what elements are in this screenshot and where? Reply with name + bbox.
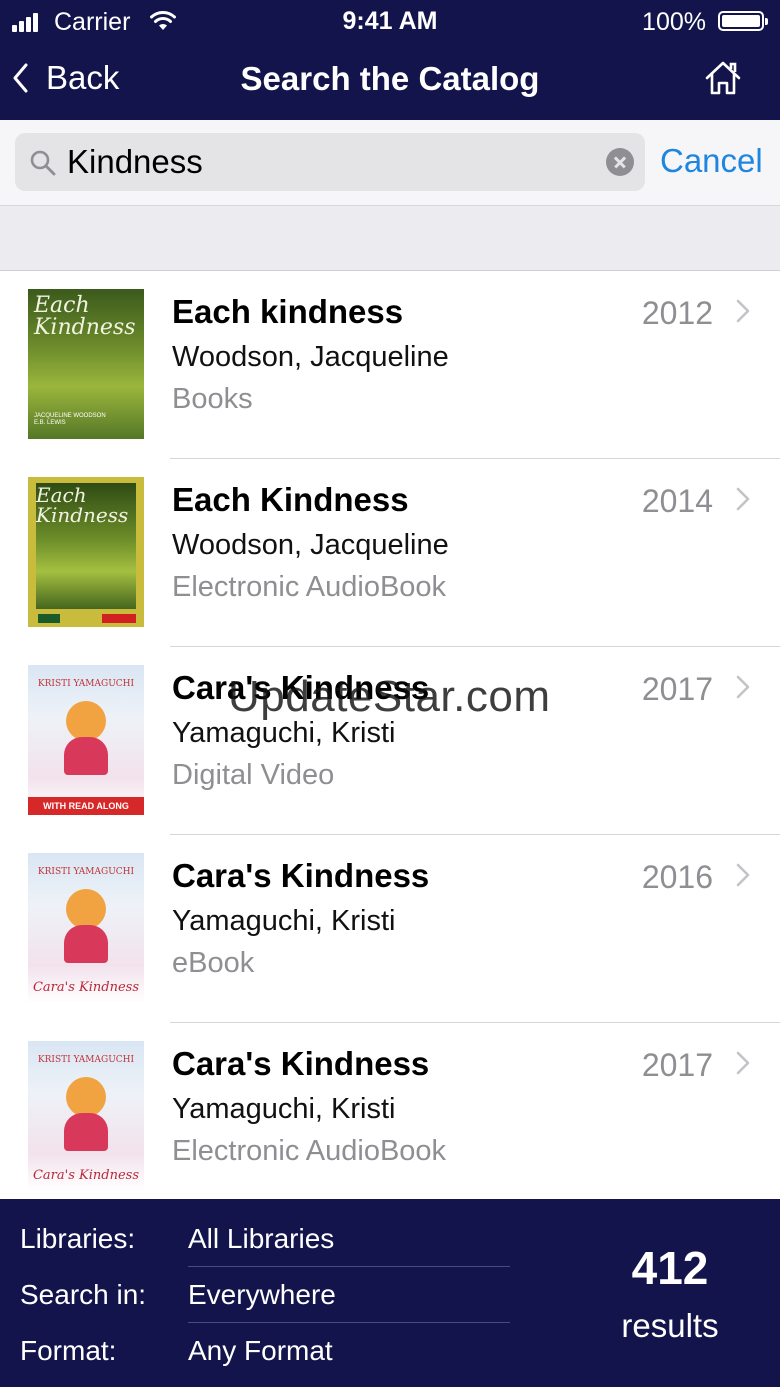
cover-author: KRISTI YAMAGUCHI [37, 679, 135, 689]
result-year: 2017 [641, 1047, 713, 1083]
libraries-filter[interactable]: Libraries: All Libraries [0, 1211, 520, 1267]
cover-author: KRISTI YAMAGUCHI [37, 867, 135, 877]
cover-author: KRISTI YAMAGUCHI [37, 1055, 135, 1065]
result-row[interactable]: KRISTI YAMAGUCHI Cara's Kindness Cara's … [0, 835, 780, 1023]
result-format: eBook [172, 947, 255, 979]
result-title: Each kindness [172, 293, 404, 330]
cover-title: Cara's Kindness [32, 1168, 139, 1183]
cover-title: Each Kindness [34, 293, 136, 340]
search-in-value: Everywhere [188, 1279, 336, 1310]
result-author: Woodson, Jacqueline [172, 341, 449, 373]
cancel-button[interactable]: Cancel [660, 142, 763, 180]
result-format: Electronic AudioBook [172, 1135, 447, 1167]
top-bar: Carrier 9:41 AM 100% Back Search the Cat… [0, 0, 780, 120]
result-row[interactable]: KRISTI YAMAGUCHI WITH READ ALONG Cara's … [0, 647, 780, 835]
result-title: Each Kindness [172, 481, 409, 518]
section-spacer [0, 206, 780, 271]
cover-title: Each Kindness [36, 483, 129, 527]
result-year: 2016 [641, 859, 713, 895]
chevron-right-icon [736, 675, 750, 699]
result-row[interactable]: Each Kindness Each Kindness Woodson, Jac… [0, 459, 780, 647]
search-input[interactable] [67, 133, 587, 191]
result-author: Woodson, Jacqueline [172, 529, 449, 561]
book-cover: KRISTI YAMAGUCHI Cara's Kindness [28, 853, 144, 1003]
results-count: 412 [631, 1242, 709, 1294]
result-year: 2017 [641, 671, 713, 707]
libraries-label: Libraries: [20, 1223, 136, 1254]
status-bar: Carrier 9:41 AM 100% [0, 0, 780, 42]
book-cover: KRISTI YAMAGUCHI WITH READ ALONG [28, 665, 144, 815]
format-label: Format: [20, 1335, 117, 1366]
cover-author: JACQUELINE WOODSON [34, 413, 106, 419]
format-filter[interactable]: Format: Any Format [0, 1323, 520, 1379]
result-author: Yamaguchi, Kristi [172, 1093, 396, 1125]
search-field[interactable] [15, 133, 645, 191]
home-icon[interactable] [704, 60, 742, 96]
cover-band: WITH READ ALONG [28, 797, 144, 815]
search-in-label: Search in: [20, 1279, 147, 1310]
filter-footer: Libraries: All Libraries Search in: Ever… [0, 1199, 780, 1387]
result-format: Digital Video [172, 759, 335, 791]
results-count-label: results [621, 1307, 719, 1344]
result-year: 2012 [641, 295, 713, 331]
result-author: Yamaguchi, Kristi [172, 905, 396, 937]
book-cover: KRISTI YAMAGUCHI Cara's Kindness [28, 1041, 144, 1191]
result-title: Cara's Kindness [172, 1045, 430, 1082]
result-author: Yamaguchi, Kristi [172, 717, 396, 749]
book-cover: Each Kindness JACQUELINE WOODSON E.B. LE… [28, 289, 144, 439]
book-cover: Each Kindness [28, 477, 144, 627]
format-value: Any Format [188, 1335, 333, 1366]
search-in-filter[interactable]: Search in: Everywhere [0, 1267, 520, 1323]
search-bar: Cancel [0, 120, 780, 206]
search-icon [30, 150, 56, 176]
cover-illustrator: E.B. LEWIS [34, 420, 66, 426]
result-row[interactable]: KRISTI YAMAGUCHI Cara's Kindness Cara's … [0, 1023, 780, 1199]
battery-percent: 100% [642, 8, 706, 36]
result-title: Cara's Kindness [172, 669, 430, 706]
chevron-right-icon [736, 863, 750, 887]
result-title: Cara's Kindness [172, 857, 430, 894]
chevron-right-icon [736, 299, 750, 323]
chevron-right-icon [736, 1051, 750, 1075]
battery-icon [718, 11, 768, 31]
page-title: Search the Catalog [240, 60, 540, 97]
chevron-right-icon [736, 487, 750, 511]
result-format: Electronic AudioBook [172, 571, 447, 603]
clear-search-icon[interactable] [606, 148, 634, 176]
result-year: 2014 [641, 483, 713, 519]
libraries-value: All Libraries [188, 1223, 335, 1254]
navigation-bar: Back Search the Catalog [0, 42, 780, 120]
results-list: Each Kindness JACQUELINE WOODSON E.B. LE… [0, 271, 780, 1199]
cover-title: Cara's Kindness [32, 980, 139, 995]
result-row[interactable]: Each Kindness JACQUELINE WOODSON E.B. LE… [0, 271, 780, 459]
result-format: Books [172, 383, 253, 415]
